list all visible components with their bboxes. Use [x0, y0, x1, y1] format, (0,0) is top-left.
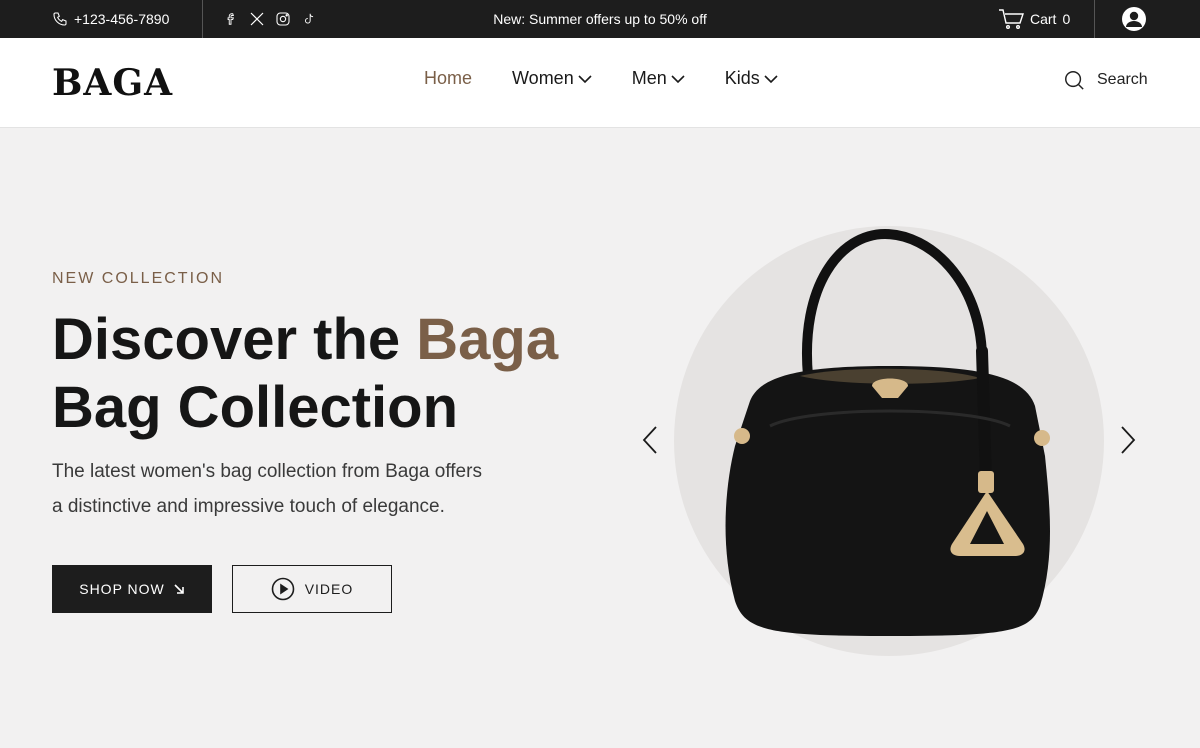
nav-item-kids[interactable]: Kids: [725, 68, 778, 89]
carousel-prev-button[interactable]: [640, 424, 660, 456]
shop-now-button[interactable]: SHOP NOW: [52, 565, 212, 613]
headline-text: Discover the: [52, 307, 417, 372]
phone-link[interactable]: +123-456-7890: [52, 0, 169, 38]
search-icon: [1065, 71, 1084, 90]
search-label: Search: [1097, 71, 1148, 88]
hero-description: The latest women's bag collection from B…: [52, 454, 532, 524]
divider: [1094, 0, 1095, 38]
hero-eyebrow: NEW COLLECTION: [52, 270, 225, 287]
cart-count: 0: [1062, 11, 1071, 27]
x-icon[interactable]: [248, 10, 266, 28]
search-button[interactable]: Search: [1063, 69, 1148, 91]
chevron-down-icon: [764, 74, 778, 83]
social-links: [222, 0, 318, 38]
carousel-next-button[interactable]: [1118, 424, 1138, 456]
cart-label: Cart: [1030, 11, 1057, 27]
chevron-down-icon: [671, 74, 685, 83]
chevron-right-icon: [1121, 426, 1136, 454]
instagram-icon[interactable]: [274, 10, 292, 28]
nav-item-women[interactable]: Women: [512, 68, 592, 89]
brand-logo[interactable]: BAGA: [52, 62, 173, 104]
video-label: VIDEO: [304, 581, 354, 597]
tiktok-icon[interactable]: [300, 10, 318, 28]
nav-label: Women: [512, 68, 574, 88]
top-bar: +123-456-7890 New: Summer offers up to 5…: [0, 0, 1200, 38]
phone-number: +123-456-7890: [74, 11, 170, 27]
nav-item-men[interactable]: Men: [632, 68, 685, 89]
video-button[interactable]: VIDEO: [232, 565, 392, 613]
handbag-image: [725, 228, 1050, 636]
divider: [202, 0, 203, 38]
nav-label: Home: [424, 68, 473, 88]
cart-icon: [999, 9, 1024, 29]
nav-item-home[interactable]: Home: [424, 68, 472, 89]
headline-text: Bag Collection: [52, 375, 459, 440]
headline-accent: Baga: [416, 307, 559, 372]
nav-label: Men: [631, 68, 667, 88]
play-circle-icon: [271, 577, 295, 601]
hero-headline: Discover the Baga Bag Collection: [52, 306, 652, 442]
user-avatar-icon[interactable]: [1121, 6, 1147, 32]
facebook-icon[interactable]: [222, 10, 240, 28]
phone-icon: [53, 12, 67, 26]
chevron-down-icon: [578, 74, 592, 83]
main-header: BAGA Home Women Men Kids Search: [0, 38, 1200, 128]
shop-now-label: SHOP NOW: [79, 581, 165, 597]
nav-label: Kids: [724, 68, 760, 88]
arrow-down-right-icon: [174, 584, 184, 594]
description-line: a distinctive and impressive touch of el…: [52, 496, 445, 517]
cart-link[interactable]: Cart 0: [998, 0, 1070, 38]
chevron-left-icon: [642, 426, 657, 454]
main-nav: Home Women Men Kids: [424, 68, 778, 89]
description-line: The latest women's bag collection from B…: [52, 461, 482, 482]
